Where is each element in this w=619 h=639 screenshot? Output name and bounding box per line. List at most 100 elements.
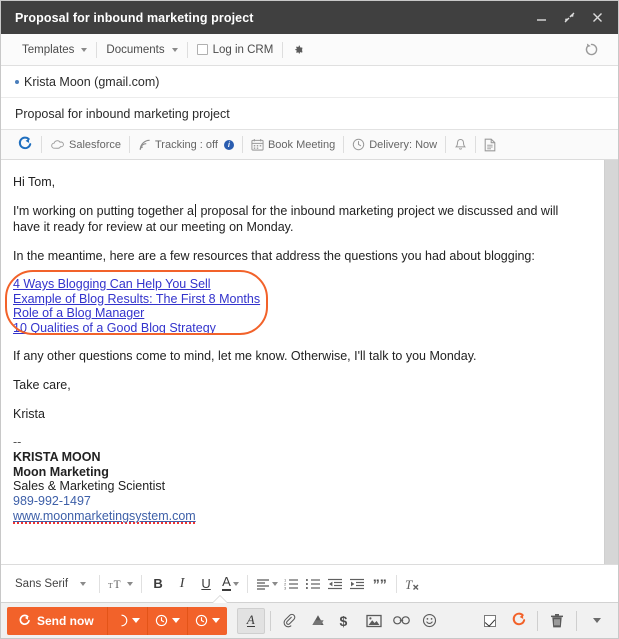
refresh-icon	[585, 43, 598, 56]
insert-emoji-button[interactable]	[416, 608, 444, 634]
underline-button[interactable]: U	[195, 572, 217, 596]
hubspot-sprocket-button[interactable]	[9, 130, 40, 159]
align-button[interactable]	[253, 572, 281, 596]
insert-payment-button[interactable]: $	[332, 608, 360, 634]
salesforce-label: Salesforce	[69, 138, 121, 151]
divider	[246, 574, 248, 593]
remove-formatting-icon: T	[405, 577, 419, 591]
insert-link-button[interactable]	[388, 608, 416, 634]
bold-button[interactable]: B	[147, 572, 169, 596]
document-button[interactable]	[477, 130, 503, 159]
discard-draft-button[interactable]	[543, 608, 571, 634]
recipient-label: Krista Moon (gmail.com)	[24, 74, 160, 89]
blockquote-button[interactable]: ””	[369, 572, 391, 596]
paragraph-3: If any other questions come to mind, let…	[13, 348, 588, 364]
divider	[395, 574, 397, 593]
dollar-icon: $	[340, 613, 348, 629]
hubspot-sprocket-icon	[19, 614, 30, 625]
half-clock-icon	[121, 614, 127, 627]
photo-icon	[366, 614, 382, 627]
clock-icon	[195, 614, 207, 627]
resource-links: 4 Ways Blogging Can Help You Sell Exampl…	[5, 270, 588, 336]
formatting-letter: A	[246, 612, 255, 627]
email-body[interactable]: Hi Tom, I'm working on putting together …	[1, 160, 604, 564]
closing: Take care,	[13, 377, 588, 393]
resource-link[interactable]: Example of Blog Results: The First 8 Mon…	[13, 292, 260, 307]
gear-icon	[295, 45, 304, 53]
popout-icon[interactable]	[556, 6, 582, 30]
templates-label: Templates	[22, 43, 75, 56]
minimize-icon[interactable]	[528, 6, 554, 30]
notifications-button[interactable]	[447, 130, 474, 159]
more-options-button[interactable]	[582, 608, 610, 634]
log-in-crm-checkbox[interactable]: Log in CRM	[188, 34, 283, 65]
document-icon	[484, 138, 496, 151]
recipients-row[interactable]: Krista Moon (gmail.com)	[1, 66, 618, 98]
subject-row[interactable]: Proposal for inbound marketing project	[1, 98, 618, 130]
delivery-button[interactable]: Delivery: Now	[345, 130, 444, 159]
checkbox-icon[interactable]	[196, 44, 208, 55]
formatting-options-button[interactable]: A	[236, 607, 265, 634]
send-later-button[interactable]	[106, 606, 147, 635]
divider	[576, 610, 577, 631]
resource-link[interactable]: Role of a Blog Manager	[13, 306, 144, 321]
font-size-button[interactable]: T T	[105, 572, 136, 596]
refresh-button[interactable]	[575, 34, 608, 65]
chevron-down-icon	[271, 581, 278, 586]
text-color-button[interactable]: A	[219, 572, 242, 596]
font-family-select[interactable]: Sans Serif	[9, 572, 94, 596]
tracking-button[interactable]: Tracking : off i	[131, 130, 241, 159]
clock-icon	[155, 614, 167, 627]
subject-text: Proposal for inbound marketing project	[15, 106, 230, 121]
book-meeting-label: Book Meeting	[267, 138, 336, 151]
attach-file-button[interactable]	[276, 608, 304, 634]
send-button-group: Send now	[7, 606, 227, 635]
bulleted-list-button[interactable]	[303, 572, 325, 596]
resource-link[interactable]: 4 Ways Blogging Can Help You Sell	[13, 277, 211, 292]
signature-company: Moon Marketing	[13, 464, 109, 479]
indent-more-button[interactable]	[347, 572, 369, 596]
insert-photo-button[interactable]	[360, 608, 388, 634]
body-wrapper: Hi Tom, I'm working on putting together …	[1, 160, 618, 564]
signature-website-link[interactable]: www.moonmarketingsystem.com	[13, 508, 196, 524]
schedule-button[interactable]	[146, 606, 187, 635]
info-icon[interactable]: i	[223, 139, 234, 150]
para1-before-caret: I'm working on putting together a	[13, 204, 194, 218]
svg-text:T: T	[405, 577, 413, 591]
track-email-checkbox[interactable]	[476, 608, 504, 634]
documents-menu[interactable]: Documents	[97, 34, 186, 65]
link-icon	[393, 616, 411, 625]
indent-less-button[interactable]	[325, 572, 347, 596]
window-controls	[528, 6, 610, 30]
schedule-options-button[interactable]	[186, 606, 227, 635]
divider	[269, 610, 271, 631]
salesforce-button[interactable]: Salesforce	[43, 130, 128, 159]
hubspot-logo-button[interactable]	[504, 608, 532, 634]
templates-menu[interactable]: Templates	[13, 34, 96, 65]
send-now-label: Send now	[37, 613, 94, 628]
svg-text:3: 3	[284, 585, 287, 590]
toolbar-pointer-icon	[213, 596, 227, 603]
signoff: Krista	[13, 406, 588, 422]
italic-button[interactable]: I	[171, 572, 193, 596]
documents-label: Documents	[106, 43, 165, 56]
remove-formatting-button[interactable]: T	[402, 572, 424, 596]
numbered-list-button[interactable]: 1 2 3	[281, 572, 303, 596]
drive-icon	[312, 615, 324, 625]
chevron-down-icon	[81, 47, 88, 52]
align-left-icon	[256, 578, 269, 590]
resource-link[interactable]: 10 Qualities of a Good Blog Strategy	[13, 321, 216, 336]
para3-text: If any other questions come to mind, let…	[13, 349, 477, 363]
close-icon[interactable]	[584, 6, 610, 30]
drive-insert-button[interactable]	[304, 608, 332, 634]
delivery-label: Delivery: Now	[369, 138, 438, 151]
tracking-label: Tracking : off	[154, 138, 218, 151]
settings-button[interactable]	[283, 34, 315, 65]
book-meeting-button[interactable]: Book Meeting	[244, 130, 342, 159]
send-now-button[interactable]: Send now	[7, 606, 107, 635]
paperclip-icon	[283, 613, 296, 627]
vertical-scrollbar[interactable]	[604, 160, 618, 564]
app-toolbar: Templates Documents Log in CRM	[1, 34, 618, 66]
checkbox-checked-icon[interactable]	[484, 614, 496, 627]
signature-separator: --	[13, 435, 22, 449]
